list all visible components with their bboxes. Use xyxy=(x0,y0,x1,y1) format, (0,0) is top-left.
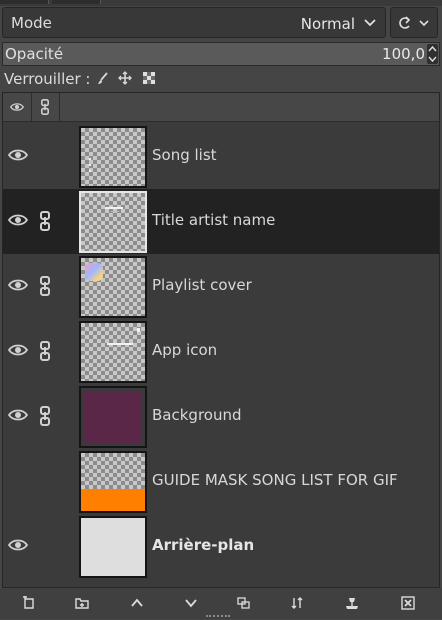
anchor-layer-button[interactable] xyxy=(338,592,366,614)
reset-icon xyxy=(399,16,411,29)
dock-tab[interactable] xyxy=(0,0,49,4)
layer-name[interactable]: Song list xyxy=(152,146,217,164)
layer-row-arriere-plan[interactable]: Arrière-plan xyxy=(3,514,439,579)
chain-icon[interactable] xyxy=(39,406,51,426)
layers-list-header xyxy=(3,93,439,122)
lock-pixels-brush-icon[interactable] xyxy=(96,71,110,85)
merge-layer-button[interactable] xyxy=(284,592,312,614)
chevron-down-icon xyxy=(419,20,429,27)
eye-icon[interactable] xyxy=(8,278,28,292)
layer-thumbnail xyxy=(79,386,147,448)
layer-name[interactable]: Background xyxy=(152,406,242,424)
lock-alpha-checker-icon[interactable] xyxy=(142,71,156,85)
lower-layer-icon xyxy=(185,599,197,608)
layer-thumbnail xyxy=(79,126,147,188)
new-layer-button[interactable] xyxy=(15,592,43,614)
eye-icon xyxy=(10,103,24,111)
opacity-spin-buttons[interactable] xyxy=(427,44,438,64)
chain-icon xyxy=(41,99,49,115)
layer-name[interactable]: GUIDE MASK SONG LIST FOR GIF xyxy=(152,471,398,489)
layer-row-song-list[interactable]: Song list xyxy=(3,124,439,189)
layer-row-playlist-cover[interactable]: Playlist cover xyxy=(3,254,439,319)
lock-position-move-icon[interactable] xyxy=(118,71,132,85)
layer-thumbnail xyxy=(79,321,147,383)
eye-icon[interactable] xyxy=(8,538,28,552)
new-layer-icon xyxy=(23,596,34,609)
delete-layer-icon xyxy=(401,596,415,610)
opacity-label: Opacité xyxy=(5,45,64,63)
duplicate-layer-icon xyxy=(237,597,250,609)
layer-row-app-icon[interactable]: App icon xyxy=(3,319,439,384)
chevron-down-icon xyxy=(428,56,437,63)
eye-icon[interactable] xyxy=(8,148,28,162)
layer-name[interactable]: App icon xyxy=(152,341,217,359)
mode-reset-button[interactable] xyxy=(390,7,438,38)
chevron-up-icon xyxy=(428,45,437,52)
layer-name[interactable]: Arrière-plan xyxy=(152,536,254,554)
layer-thumbnail xyxy=(79,191,147,253)
lock-label: Verrouiller : xyxy=(4,70,91,88)
raise-layer-button[interactable] xyxy=(123,592,151,614)
mode-dropdown[interactable]: Mode Normal xyxy=(2,7,386,38)
resize-grip[interactable] xyxy=(206,615,230,620)
layer-row-title-artist-name[interactable]: Title artist name xyxy=(3,189,439,254)
eye-icon[interactable] xyxy=(8,213,28,227)
layer-row-background[interactable]: Background xyxy=(3,384,439,449)
opacity-value: 100,0 xyxy=(382,45,425,63)
chevron-down-icon xyxy=(364,19,376,27)
mode-value: Normal xyxy=(300,15,355,33)
dock-tab[interactable] xyxy=(52,0,101,4)
lower-layer-button[interactable] xyxy=(177,592,205,614)
new-layer-group-icon xyxy=(75,598,89,609)
merge-layer-icon xyxy=(291,597,303,609)
layer-thumbnail xyxy=(79,516,147,578)
layer-thumbnail xyxy=(79,451,147,513)
mode-label: Mode xyxy=(11,14,52,32)
raise-layer-icon xyxy=(131,598,143,607)
anchor-layer-icon xyxy=(346,598,358,609)
visibility-column-header[interactable] xyxy=(3,93,32,121)
delete-layer-button[interactable] xyxy=(394,592,422,614)
link-column-header[interactable] xyxy=(31,93,60,121)
layer-name[interactable]: Playlist cover xyxy=(152,276,252,294)
eye-icon[interactable] xyxy=(8,343,28,357)
opacity-slider[interactable]: Opacité 100,0 xyxy=(2,42,440,66)
lock-row: Verrouiller : xyxy=(0,68,442,90)
layer-row-guide-mask[interactable]: GUIDE MASK SONG LIST FOR GIF xyxy=(3,449,439,514)
new-layer-group-button[interactable] xyxy=(68,592,96,614)
layers-list: Song list Title artist name Playlist cov… xyxy=(2,92,440,588)
mode-row: Mode Normal xyxy=(0,6,442,40)
layer-name[interactable]: Title artist name xyxy=(152,211,275,229)
chain-icon[interactable] xyxy=(39,276,51,296)
layer-thumbnail xyxy=(79,256,147,318)
chain-icon[interactable] xyxy=(39,211,51,231)
chain-icon[interactable] xyxy=(39,341,51,361)
duplicate-layer-button[interactable] xyxy=(230,592,258,614)
eye-icon[interactable] xyxy=(8,408,28,422)
